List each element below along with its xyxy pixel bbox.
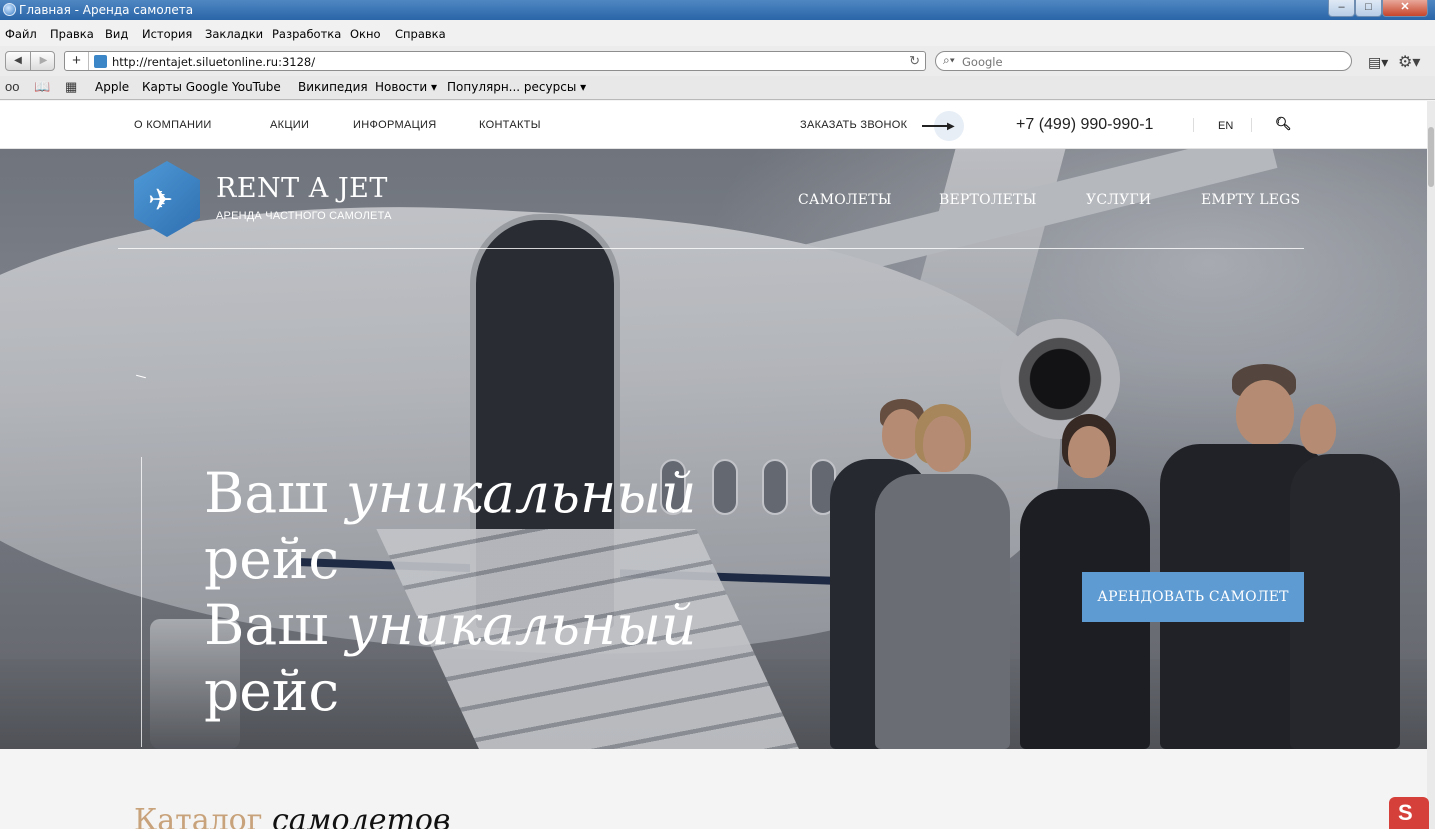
menu-file[interactable]: Файл <box>5 27 37 41</box>
back-arrow-icon[interactable]: ◀ <box>6 52 31 70</box>
reading-list-icon[interactable]: oo <box>5 79 19 94</box>
window-titlebar: Главная - Аренда самолета – □ ✕ <box>0 0 1435 20</box>
maximize-button[interactable]: □ <box>1355 0 1382 17</box>
airplane-icon: ✈ <box>148 184 174 217</box>
browser-app-icon <box>3 3 16 16</box>
menu-develop[interactable]: Разработка <box>272 27 341 41</box>
bookmarks-bar: oo 📖 ▦ Apple Карты Google YouTube Википе… <box>0 76 1435 100</box>
arrow-right-icon[interactable]: ▶ <box>920 111 964 141</box>
chat-widget-button[interactable]: S <box>1389 797 1429 829</box>
page-scrollbar[interactable] <box>1427 101 1435 829</box>
menu-edit[interactable]: Правка <box>50 27 94 41</box>
gear-icon[interactable]: ⚙▾ <box>1398 52 1420 72</box>
nav-about[interactable]: О КОМПАНИИ <box>134 119 212 131</box>
heading-accent-line <box>141 457 142 747</box>
bookmark-news[interactable]: Новости ▾ <box>375 80 437 94</box>
nav-promotions[interactable]: АКЦИИ <box>270 119 309 131</box>
bookmark-wikipedia[interactable]: Википедия <box>298 80 368 94</box>
browser-toolbar: ◀ ▶ + http://rentajet.siluetonline.ru:31… <box>0 46 1435 76</box>
nav-empty-legs[interactable]: EMPTY LEGS <box>1201 192 1300 208</box>
hero-banner: ✈ RENT A JET АРЕНДА ЧАСТНОГО САМОЛЕТА СА… <box>0 149 1427 749</box>
address-bar[interactable]: + http://rentajet.siluetonline.ru:3128/ … <box>64 51 926 71</box>
site-favicon <box>94 55 107 68</box>
menu-bar: Файл Правка Вид История Закладки Разрабо… <box>0 20 1435 46</box>
menu-view[interactable]: Вид <box>105 27 128 41</box>
nav-airplanes[interactable]: САМОЛЕТЫ <box>798 192 892 208</box>
nav-services[interactable]: УСЛУГИ <box>1086 192 1151 208</box>
nav-information[interactable]: ИНФОРМАЦИЯ <box>353 119 436 131</box>
phone-number[interactable]: +7 (499) 990-990-1 <box>1016 116 1153 134</box>
url-text[interactable]: http://rentajet.siluetonline.ru:3128/ <box>112 55 315 69</box>
brand-logo[interactable]: ✈ <box>134 161 200 237</box>
minimize-button[interactable]: – <box>1328 0 1355 17</box>
menu-history[interactable]: История <box>142 27 192 41</box>
header-divider <box>118 248 1304 249</box>
scrollbar-thumb[interactable] <box>1428 127 1434 187</box>
callback-link[interactable]: ЗАКАЗАТЬ ЗВОНОК <box>800 119 907 131</box>
rent-plane-button[interactable]: АРЕНДОВАТЬ САМОЛЕТ <box>1082 572 1304 622</box>
search-icon: ⌕▾ <box>943 53 955 67</box>
brand-name[interactable]: RENT A JET <box>216 173 388 204</box>
menu-window[interactable]: Окно <box>350 27 381 41</box>
nav-helicopters[interactable]: ВЕРТОЛЕТЫ <box>939 192 1037 208</box>
language-switch[interactable]: EN <box>1218 120 1233 132</box>
bookmark-popular[interactable]: Популярн... ресурсы ▾ <box>447 80 586 94</box>
site-top-bar: О КОМПАНИИ АКЦИИ ИНФОРМАЦИЯ КОНТАКТЫ ЗАК… <box>0 101 1435 149</box>
site-search-icon[interactable]: 🔍︎ <box>1275 116 1292 132</box>
browser-search-input[interactable] <box>962 54 1342 69</box>
page-menu-icon[interactable]: ▤▾ <box>1368 54 1388 71</box>
reload-icon[interactable]: ↻ <box>909 53 920 69</box>
browser-search[interactable]: ⌕▾ <box>935 51 1352 71</box>
close-window-button[interactable]: ✕ <box>1382 0 1428 17</box>
nav-contacts[interactable]: КОНТАКТЫ <box>479 119 541 131</box>
brand-tagline: АРЕНДА ЧАСТНОГО САМОЛЕТА <box>216 210 392 222</box>
bookmark-apple[interactable]: Apple <box>95 80 129 94</box>
divider <box>1193 118 1194 132</box>
history-nav: ◀ ▶ <box>5 51 55 71</box>
divider <box>1251 118 1252 132</box>
forward-arrow-icon[interactable]: ▶ <box>31 52 56 70</box>
catalog-heading: Каталог самолетов <box>134 803 451 829</box>
hero-heading: Ваш уникальный рейс Ваш уникальный рейс <box>204 461 697 723</box>
top-sites-grid-icon[interactable]: ▦ <box>65 79 77 95</box>
bookmarks-book-icon[interactable]: 📖 <box>34 79 50 95</box>
bookmark-youtube[interactable]: YouTube <box>232 80 281 94</box>
window-title: Главная - Аренда самолета <box>19 3 194 17</box>
menu-help[interactable]: Справка <box>395 27 446 41</box>
widget-logo-icon: S <box>1398 800 1413 825</box>
bookmark-google-maps[interactable]: Карты Google <box>142 80 228 94</box>
add-bookmark-icon[interactable]: + <box>65 52 89 70</box>
menu-bookmarks[interactable]: Закладки <box>205 27 263 41</box>
